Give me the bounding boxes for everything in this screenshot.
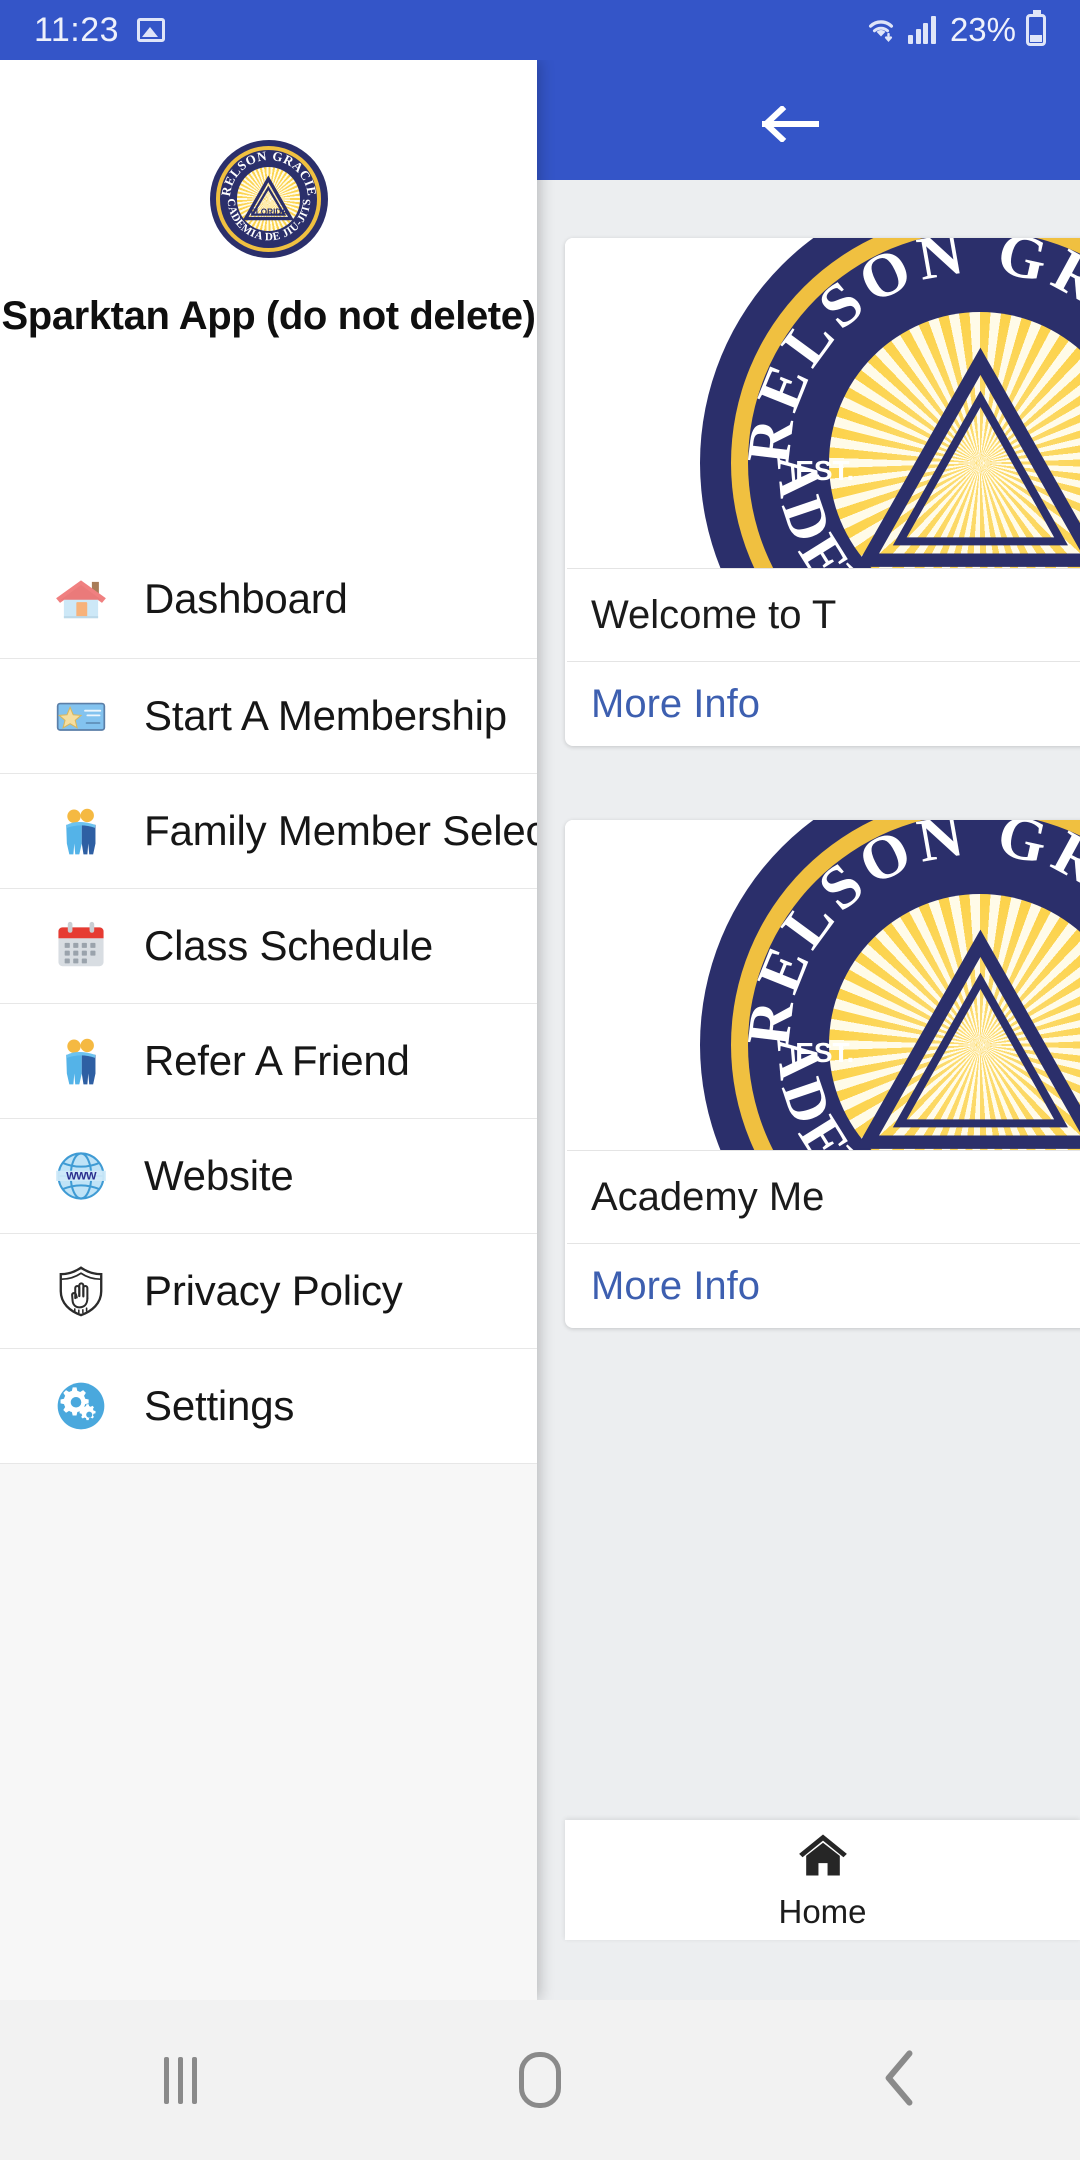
bottom-nav-item-home[interactable]: Home: [778, 1830, 867, 1931]
cellular-signal-icon: [908, 16, 936, 44]
drawer-item-privacy-policy[interactable]: Privacy Policy: [0, 1233, 537, 1348]
chevron-left-icon: [883, 2049, 917, 2112]
two-people-icon: [50, 800, 112, 862]
www-globe-icon: WWW: [50, 1145, 112, 1207]
drawer-item-label: Privacy Policy: [144, 1267, 403, 1314]
drawer-item-family-member-selection[interactable]: Family Member Selection: [0, 773, 537, 888]
image-icon: [137, 18, 166, 42]
system-navigation-bar: [0, 2000, 1080, 2160]
recents-icon: [163, 2056, 197, 2104]
battery-icon: [1026, 10, 1046, 46]
drawer-item-label: Family Member Selection: [144, 807, 537, 854]
drawer-item-website[interactable]: WWW Website: [0, 1118, 537, 1233]
drawer-item-refer-a-friend[interactable]: Refer A Friend: [0, 1003, 537, 1118]
more-info-link[interactable]: More Info: [565, 1244, 1080, 1328]
drawer-item-start-a-membership[interactable]: Start A Membership: [0, 658, 537, 773]
wifi-icon: [864, 13, 898, 48]
status-time: 11:23: [34, 10, 120, 49]
home-pill-icon: [519, 2052, 561, 2108]
drawer-header: RELSON GRACIE ACADEMIA DE JIU-JITSU FLOR…: [0, 60, 537, 540]
drawer-item-label: Class Schedule: [144, 922, 434, 969]
status-bar-right: 23%: [864, 10, 1046, 49]
drawer-empty-space: [0, 1463, 537, 2000]
drawer-item-class-schedule[interactable]: Class Schedule: [0, 888, 537, 1003]
card-image: RELSON GRACIE ACADEMIA DE JIU-JITSU EST.…: [565, 238, 1080, 568]
card-image: RELSON GRACIE ACADEMIA DE JIU-JITSU EST.…: [565, 820, 1080, 1150]
svg-text:RELSON GRACIE: RELSON GRACIE: [218, 148, 320, 197]
status-bar-left: 11:23: [34, 10, 166, 50]
home-icon: [794, 1830, 852, 1885]
house-icon: [50, 568, 112, 630]
svg-text:WWW: WWW: [66, 1170, 97, 1182]
system-status-bar: 11:23 23%: [0, 0, 1080, 60]
academy-logo-icon: RELSON GRACIE ACADEMIA DE JIU-JITSU FLOR…: [209, 140, 328, 258]
membership-card-icon: [50, 685, 112, 747]
content-card[interactable]: RELSON GRACIE ACADEMIA DE JIU-JITSU EST.…: [565, 238, 1080, 746]
drawer-item-dashboard[interactable]: Dashboard: [0, 540, 537, 658]
gears-icon: [50, 1375, 112, 1437]
drawer-app-title: Sparktan App (do not delete): [1, 294, 536, 338]
drawer-item-label: Start A Membership: [144, 692, 507, 739]
drawer-item-settings[interactable]: Settings: [0, 1348, 537, 1463]
card-title: Academy Me: [591, 1174, 825, 1219]
back-button[interactable]: [840, 2020, 960, 2140]
bottom-navigation-bar: Home: [565, 1820, 1080, 1940]
drawer-item-label: Refer A Friend: [144, 1037, 410, 1084]
drawer-item-label: Dashboard: [144, 575, 348, 622]
svg-text:EST.: EST.: [795, 455, 854, 486]
arrow-left-icon[interactable]: [761, 104, 820, 144]
shield-hand-icon: [50, 1260, 112, 1322]
home-button[interactable]: [480, 2020, 600, 2140]
drawer-item-label: Settings: [144, 1382, 295, 1429]
drawer-menu-list: Dashboard Start A Membership Family Memb…: [0, 540, 537, 1463]
calendar-icon: [50, 915, 112, 977]
svg-text:RELSON GRACIE: RELSON GRACIE: [734, 820, 1080, 1049]
svg-text:FLORIDA: FLORIDA: [250, 207, 287, 216]
bottom-nav-label: Home: [778, 1892, 867, 1930]
phone-screen: RELSON GRACIE ACADEMIA DE JIU-JITSU EST.…: [0, 0, 1080, 2160]
svg-text:EST.: EST.: [795, 1037, 854, 1068]
battery-percent-label: 23%: [949, 11, 1016, 48]
svg-text:RELSON GRACIE: RELSON GRACIE: [734, 238, 1080, 467]
two-people-icon: [50, 1030, 112, 1092]
recents-button[interactable]: [120, 2020, 240, 2140]
navigation-drawer: RELSON GRACIE ACADEMIA DE JIU-JITSU FLOR…: [0, 60, 537, 2000]
more-info-link[interactable]: More Info: [565, 662, 1080, 746]
drawer-item-label: Website: [144, 1152, 294, 1199]
content-card[interactable]: RELSON GRACIE ACADEMIA DE JIU-JITSU EST.…: [565, 820, 1080, 1328]
card-title: Welcome to T: [591, 592, 837, 637]
